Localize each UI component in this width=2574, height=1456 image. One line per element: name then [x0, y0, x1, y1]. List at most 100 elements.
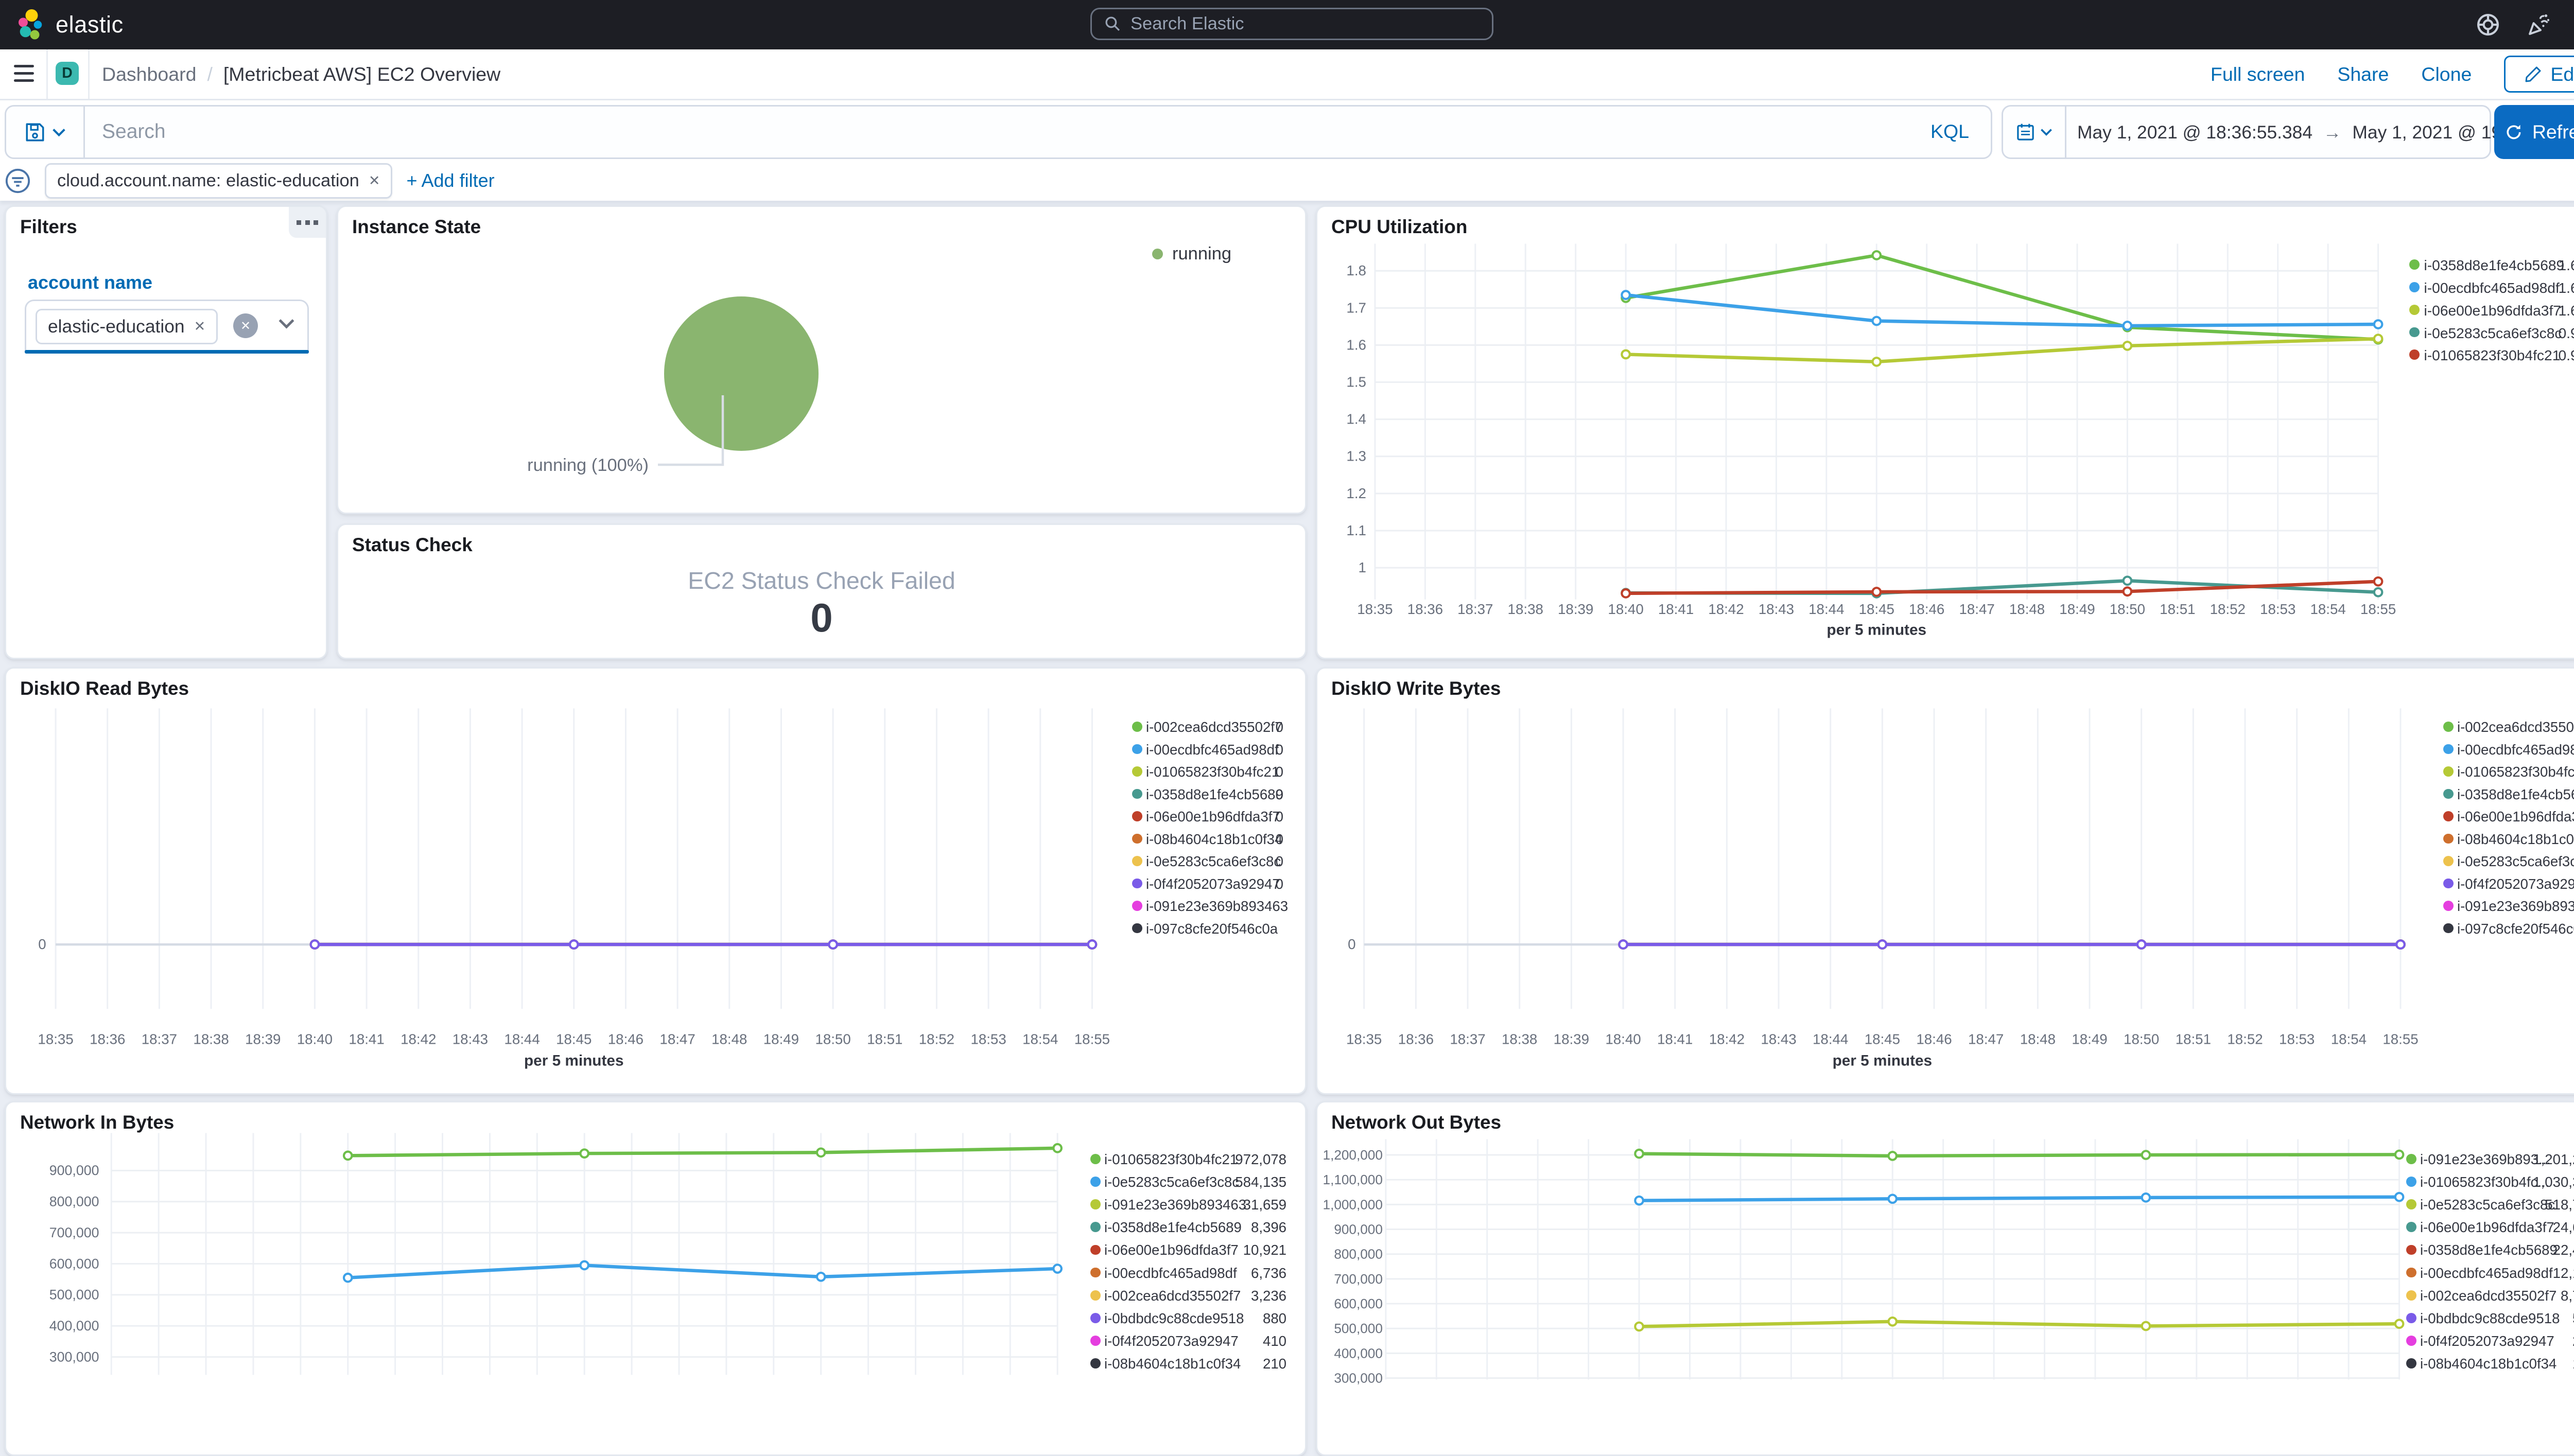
legend-label[interactable]: i-0358d8e1fe4cb5689 — [2457, 785, 2574, 804]
legend-item[interactable]: i-0f4f2052073a92947208 — [1317, 1332, 2574, 1350]
legend-label[interactable]: i-0f4f2052073a92947 — [1146, 875, 1280, 893]
legend-item[interactable]: i-06e00e1b96dfda3f70 — [1317, 808, 2574, 826]
clear-selection-icon[interactable]: ✕ — [233, 313, 258, 338]
legend-label[interactable]: i-00ecdbfc465ad98df — [2424, 278, 2560, 297]
legend-label[interactable]: i-01065823f30b4fc21 — [1104, 1150, 1238, 1169]
newsfeed-icon[interactable] — [2527, 12, 2551, 37]
add-filter-button[interactable]: + Add filter — [406, 170, 494, 191]
legend-label[interactable]: i-097c8cfe20f546c0a — [1146, 920, 1278, 938]
legend-item[interactable]: i-0f4f2052073a929470 — [1317, 875, 2574, 893]
date-picker[interactable]: May 1, 2021 @ 18:36:55.384 → May 1, 2021… — [2002, 105, 2574, 159]
global-search-input[interactable]: Search Elastic — [1090, 8, 1493, 40]
legend-item[interactable]: i-01065823f30b4fc210 — [1317, 763, 2574, 781]
full-screen-button[interactable]: Full screen — [2211, 63, 2305, 85]
legend-item[interactable]: i-01065823f30b4fc21 972,078 — [6, 1150, 1305, 1169]
legend-label[interactable]: i-0e5283c5ca6ef3c8c — [1146, 852, 1281, 871]
help-icon[interactable] — [2476, 12, 2500, 37]
legend-item[interactable]: i-0358d8e1fe4cb56890 — [6, 785, 1305, 804]
legend-label[interactable]: i-00ecdbfc465ad98df — [2457, 741, 2574, 759]
edit-button[interactable]: Edit — [2504, 56, 2574, 93]
legend-label[interactable]: i-091e23e369b893463 — [1146, 897, 1288, 916]
legend-item[interactable]: i-002cea6dcd35502f70 — [1317, 718, 2574, 736]
legend-label[interactable]: i-002cea6dcd35502f7 — [1104, 1287, 1241, 1305]
legend-item[interactable]: i-00ecdbfc465ad98df12,176 — [1317, 1264, 2574, 1283]
space-badge[interactable]: D — [56, 62, 79, 85]
legend-label[interactable]: i-08b4604c18b1c0f34 — [1104, 1355, 1241, 1373]
menu-hamburger-icon[interactable] — [14, 65, 34, 82]
legend-label[interactable]: i-00ecdbfc465ad98df — [1104, 1264, 1237, 1283]
legend-item[interactable]: i-097c8cfe20f546c0a — [6, 920, 1305, 938]
legend-label[interactable]: i-0bdbdc9c88cde9518 — [1104, 1309, 1244, 1328]
legend-item[interactable]: i-091e23e369b893463 31,659 — [6, 1196, 1305, 1214]
legend-label[interactable]: i-0e5283c5ca6ef3c8c — [2420, 1196, 2555, 1214]
legend-label[interactable]: i-0f4f2052073a92947 — [2420, 1332, 2554, 1350]
legend-label[interactable]: i-0bdbdc9c88cde9518 — [2420, 1309, 2560, 1328]
legend-label[interactable]: i-0358d8e1fe4cb5689 — [1104, 1218, 1242, 1237]
legend-label[interactable]: i-06e00e1b96dfda3f7 — [2424, 301, 2561, 320]
legend-item[interactable]: i-091e23e369b893...1,201,252 — [1317, 1150, 2574, 1169]
legend-item[interactable]: i-06e00e1b96dfda3f70 — [6, 808, 1305, 826]
legend-item[interactable]: i-06e00e1b96dfda3f724,685 — [1317, 1218, 2574, 1237]
legend-label[interactable]: i-0358d8e1fe4cb5689 — [1146, 785, 1283, 804]
legend-item[interactable]: i-00ecdbfc465ad98df 6,736 — [6, 1264, 1305, 1283]
legend-item[interactable]: i-002cea6dcd35502f7 3,236 — [6, 1287, 1305, 1305]
legend-label[interactable]: i-0e5283c5ca6ef3c8c — [2457, 852, 2574, 871]
legend-label[interactable]: i-08b4604c18b1c0f34 — [2420, 1355, 2556, 1373]
legend-item[interactable]: i-00ecdbfc465ad98df0 — [6, 741, 1305, 759]
legend-item[interactable]: i-01065823f30b4fc210.963 — [1317, 346, 2574, 364]
clone-button[interactable]: Clone — [2421, 63, 2472, 85]
legend-item[interactable]: i-0e5283c5ca6ef3c8c 584,135 — [6, 1173, 1305, 1191]
breadcrumb-dashboard[interactable]: Dashboard — [102, 63, 196, 85]
legend-label[interactable]: i-002cea6dcd35502f7 — [2457, 718, 2574, 736]
legend-item[interactable]: i-00ecdbfc465ad98df0 — [1317, 741, 2574, 759]
legend-item[interactable]: i-08b4604c18b1c0f340 — [6, 830, 1305, 849]
legend-item[interactable]: i-0e5283c5ca6ef3c8c0 — [1317, 852, 2574, 871]
legend-label[interactable]: i-01065823f30b4fc21 — [1146, 763, 1279, 781]
legend-label[interactable]: i-0e5283c5ca6ef3c8c — [2424, 324, 2562, 342]
legend-label[interactable]: i-06e00e1b96dfda3f7 — [1104, 1241, 1239, 1259]
legend-item[interactable]: i-08b4604c18b1c0f34196 — [1317, 1355, 2574, 1373]
legend-label[interactable]: i-00ecdbfc465ad98df — [1146, 741, 1279, 759]
legend-label[interactable]: i-002cea6dcd35502f7 — [2420, 1287, 2556, 1305]
legend-label[interactable]: i-091e23e369b893... — [2420, 1150, 2550, 1169]
legend-item[interactable]: i-0358d8e1fe4cb568922,498 — [1317, 1241, 2574, 1259]
legend-item[interactable]: i-097c8cfe20f546c0a — [1317, 920, 2574, 938]
legend-item[interactable]: i-00ecdbfc465ad98df1.656 — [1317, 278, 2574, 297]
legend-label[interactable]: i-06e00e1b96dfda3f7 — [2420, 1218, 2554, 1237]
legend-item[interactable]: i-0358d8e1fe4cb5689 8,396 — [6, 1218, 1305, 1237]
legend-item[interactable]: i-0358d8e1fe4cb56890 — [1317, 785, 2574, 804]
legend-label[interactable]: i-002cea6dcd35502f7 — [1146, 718, 1282, 736]
legend-item[interactable]: i-0f4f2052073a92947 410 — [6, 1332, 1305, 1350]
legend-label[interactable]: i-091e23e369b893463 — [1104, 1196, 1246, 1214]
legend-item[interactable]: i-0bdbdc9c88cde9518589 — [1317, 1309, 2574, 1328]
chevron-down-icon[interactable] — [278, 318, 295, 329]
legend-item[interactable]: i-0e5283c5ca6ef3c8c0.934 — [1317, 324, 2574, 342]
panel-options-icon[interactable] — [289, 207, 326, 238]
legend-label[interactable]: i-0e5283c5ca6ef3c8c — [1104, 1173, 1239, 1191]
legend-label[interactable]: i-06e00e1b96dfda3f7 — [2457, 808, 2574, 826]
legend-item[interactable]: i-06e00e1b96dfda3f7 10,921 — [6, 1241, 1305, 1259]
filter-pill[interactable]: cloud.account.name: elastic-education ✕ — [45, 163, 393, 199]
legend-item[interactable]: i-002cea6dcd35502f70 — [6, 718, 1305, 736]
legend-label[interactable]: i-01065823f30b4fc21 — [2424, 346, 2561, 364]
legend-item[interactable]: i-01065823f30b4fc210 — [6, 763, 1305, 781]
legend-item[interactable]: i-08b4604c18b1c0f340 — [1317, 830, 2574, 849]
saved-query-menu[interactable] — [6, 107, 85, 157]
legend-item[interactable]: i-091e23e369b893463 — [6, 897, 1305, 916]
legend-label[interactable]: i-01065823f30b4fc21 — [2457, 763, 2574, 781]
legend-label[interactable]: i-08b4604c18b1c0f34 — [2457, 830, 2574, 849]
share-button[interactable]: Share — [2337, 63, 2389, 85]
date-range-start[interactable]: May 1, 2021 @ 18:36:55.384 — [2077, 122, 2312, 143]
legend-item[interactable]: i-08b4604c18b1c0f34 210 — [6, 1355, 1305, 1373]
selected-option-pill[interactable]: elastic-education ✕ — [36, 309, 218, 344]
legend-item[interactable]: i-091e23e369b893463 — [1317, 897, 2574, 916]
query-input[interactable]: Search KQL — [5, 105, 1992, 159]
legend-label[interactable]: i-01065823f30b4fc... — [2420, 1173, 2549, 1191]
legend-item[interactable]: i-06e00e1b96dfda3f71.617 — [1317, 301, 2574, 320]
legend-label[interactable]: i-091e23e369b893463 — [2457, 897, 2574, 916]
account-name-combobox[interactable]: elastic-education ✕ ✕ — [25, 300, 309, 354]
legend-item[interactable]: i-0e5283c5ca6ef3c8c0 — [6, 852, 1305, 871]
remove-filter-icon[interactable]: ✕ — [369, 173, 380, 189]
elastic-home-link[interactable]: elastic — [15, 0, 124, 49]
kql-toggle[interactable]: KQL — [1931, 120, 1969, 143]
